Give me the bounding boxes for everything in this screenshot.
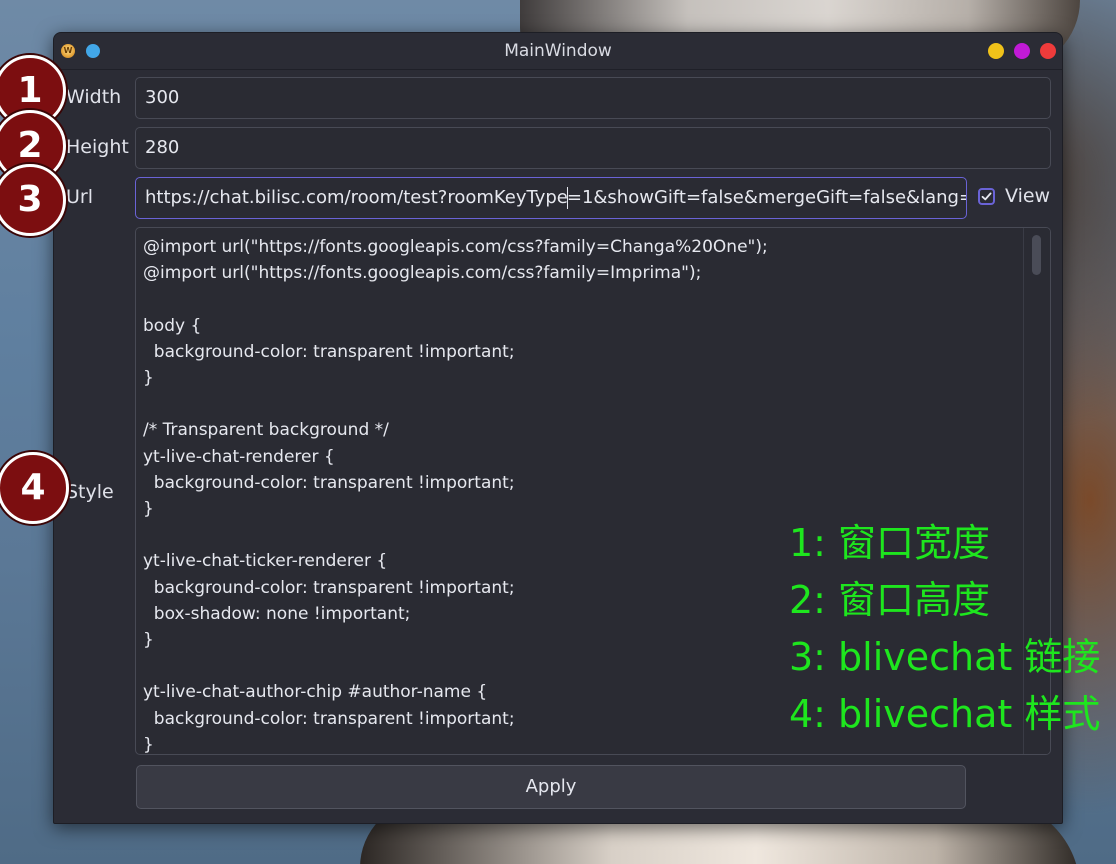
view-checkbox[interactable] — [978, 188, 995, 205]
checkmark-icon — [981, 192, 992, 201]
legend-line-2: 2: 窗口高度 — [789, 578, 991, 622]
height-value: 280 — [145, 137, 180, 158]
window-title: MainWindow — [504, 41, 612, 61]
url-value-before-caret: https://chat.bilisc.com/room/test?roomKe… — [145, 187, 568, 208]
legend-line-1: 1: 窗口宽度 — [789, 521, 991, 565]
annotation-legend: 1: 窗口宽度 2: 窗口高度 3: blivechat 链接 4: blive… — [789, 515, 1100, 743]
url-value-after-caret: =1&showGift=false&mergeGift=false&lang=z… — [566, 187, 967, 208]
close-button[interactable] — [1040, 43, 1056, 59]
url-input[interactable]: https://chat.bilisc.com/room/test?roomKe… — [135, 177, 967, 219]
apply-button[interactable]: Apply — [136, 765, 966, 809]
maximize-button[interactable] — [1014, 43, 1030, 59]
width-label: Width — [66, 86, 122, 108]
annotation-badge-4: 4 — [0, 452, 69, 524]
title-bar[interactable]: W MainWindow — [54, 33, 1062, 70]
legend-line-3: 3: blivechat 链接 — [789, 635, 1101, 679]
minimize-button[interactable] — [988, 43, 1004, 59]
scrollbar-thumb[interactable] — [1032, 235, 1041, 275]
legend-line-4: 4: blivechat 样式 — [789, 692, 1101, 736]
width-value: 300 — [145, 87, 180, 108]
style-label: Style — [66, 481, 114, 503]
style-code: @import url("https://fonts.googleapis.co… — [143, 237, 768, 755]
view-label[interactable]: View — [1005, 185, 1050, 207]
height-label: Height — [66, 136, 129, 158]
url-label: Url — [66, 186, 93, 208]
height-input[interactable]: 280 — [135, 127, 1051, 169]
width-input[interactable]: 300 — [135, 77, 1051, 119]
